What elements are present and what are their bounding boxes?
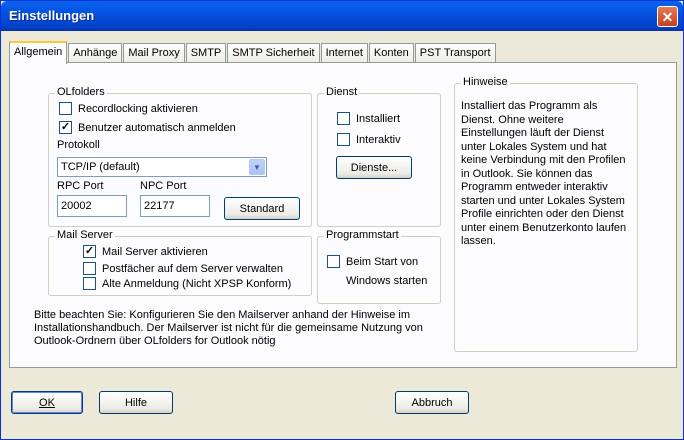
- recordlocking-checkbox-box[interactable]: [59, 102, 72, 115]
- programmstart-group: Programmstart Beim Start von Windows sta…: [317, 229, 441, 304]
- ok-button-label: OK: [39, 396, 55, 409]
- tab-panel-allgemein: OLfolders Recordlocking aktivieren ✓ Ben…: [9, 62, 677, 368]
- protokoll-select[interactable]: TCP/IP (default) ▼: [57, 157, 267, 177]
- mailserver-group: Mail Server ✓ Mail Server aktivieren Pos…: [48, 229, 312, 296]
- rpc-port-input[interactable]: 20002: [57, 195, 127, 217]
- dienste-button[interactable]: Dienste...: [336, 156, 412, 179]
- hinweise-group: Hinweise Installiert das Programm als Di…: [454, 76, 638, 352]
- beim-start-checkbox[interactable]: Beim Start von: [327, 255, 418, 268]
- postfaecher-label: Postfächer auf dem Server verwalten: [102, 262, 283, 275]
- protokoll-select-value: TCP/IP (default): [61, 161, 140, 173]
- olfolders-group: OLfolders Recordlocking aktivieren ✓ Ben…: [48, 86, 312, 227]
- npc-port-input[interactable]: 22177: [140, 195, 210, 217]
- tab-pst-transport[interactable]: PST Transport: [414, 43, 496, 64]
- mailserver-aktivieren-label: Mail Server aktivieren: [102, 245, 208, 258]
- alte-anmeldung-checkbox-box[interactable]: [83, 277, 96, 290]
- autologin-checkbox[interactable]: ✓ Benutzer automatisch anmelden: [59, 121, 236, 134]
- chevron-down-icon[interactable]: ▼: [249, 159, 265, 175]
- ok-button[interactable]: OK: [11, 391, 83, 414]
- hinweise-text: Installiert das Programm als Dienst. Ohn…: [461, 100, 627, 247]
- interaktiv-checkbox[interactable]: Interaktiv: [337, 133, 401, 146]
- interaktiv-label: Interaktiv: [356, 133, 401, 146]
- standard-button[interactable]: Standard: [224, 197, 300, 220]
- title-bar[interactable]: Einstellungen ✕: [1, 1, 683, 31]
- mailserver-aktivieren-checkbox-box[interactable]: ✓: [83, 245, 96, 258]
- protokoll-label: Protokoll: [57, 139, 100, 151]
- alte-anmeldung-label: Alte Anmeldung (Nicht XPSP Konform): [102, 277, 292, 290]
- postfaecher-checkbox[interactable]: Postfächer auf dem Server verwalten: [83, 262, 283, 275]
- windows-starten-label: Windows starten: [346, 275, 428, 287]
- installiert-label: Installiert: [356, 112, 401, 125]
- tab-mail-proxy[interactable]: Mail Proxy: [123, 43, 185, 64]
- beim-start-label: Beim Start von: [346, 255, 419, 268]
- alte-anmeldung-checkbox[interactable]: Alte Anmeldung (Nicht XPSP Konform): [83, 277, 291, 290]
- tab-internet[interactable]: Internet: [320, 43, 368, 64]
- hinweise-group-title: Hinweise: [461, 76, 510, 88]
- mailserver-note: Bitte beachten Sie: Konfigurieren Sie de…: [34, 309, 423, 347]
- programmstart-group-title: Programmstart: [324, 229, 401, 241]
- mailserver-group-title: Mail Server: [55, 229, 115, 241]
- dienst-group-title: Dienst: [324, 86, 360, 98]
- window-title: Einstellungen: [9, 8, 95, 23]
- abbruch-button[interactable]: Abbruch: [395, 391, 469, 414]
- close-icon[interactable]: ✕: [657, 6, 678, 27]
- tab-smtp[interactable]: SMTP: [185, 43, 227, 64]
- tab-allgemein[interactable]: Allgemein: [9, 41, 68, 64]
- npc-port-label: NPC Port: [140, 180, 187, 192]
- settings-window: Einstellungen ✕ Allgemein Anhänge Mail P…: [0, 0, 684, 440]
- olfolders-group-title: OLfolders: [55, 86, 107, 98]
- rpc-port-label: RPC Port: [57, 180, 104, 192]
- dienst-group: Dienst Installiert Interaktiv Dienste...: [317, 86, 441, 227]
- autologin-checkbox-box[interactable]: ✓: [59, 121, 72, 134]
- installiert-checkbox[interactable]: Installiert: [337, 112, 400, 125]
- beim-start-checkbox-box[interactable]: [327, 255, 340, 268]
- hilfe-button[interactable]: Hilfe: [99, 391, 173, 414]
- recordlocking-checkbox[interactable]: Recordlocking aktivieren: [59, 102, 198, 115]
- installiert-checkbox-box[interactable]: [337, 112, 350, 125]
- postfaecher-checkbox-box[interactable]: [83, 262, 96, 275]
- tab-anhaenge[interactable]: Anhänge: [68, 43, 123, 64]
- tab-strip: Allgemein Anhänge Mail Proxy SMTP SMTP S…: [9, 41, 497, 64]
- tab-konten[interactable]: Konten: [368, 43, 414, 64]
- mailserver-aktivieren-checkbox[interactable]: ✓ Mail Server aktivieren: [83, 245, 208, 258]
- autologin-label: Benutzer automatisch anmelden: [78, 121, 236, 134]
- tab-smtp-sicherheit[interactable]: SMTP Sicherheit: [227, 43, 320, 64]
- interaktiv-checkbox-box[interactable]: [337, 133, 350, 146]
- recordlocking-label: Recordlocking aktivieren: [78, 102, 198, 115]
